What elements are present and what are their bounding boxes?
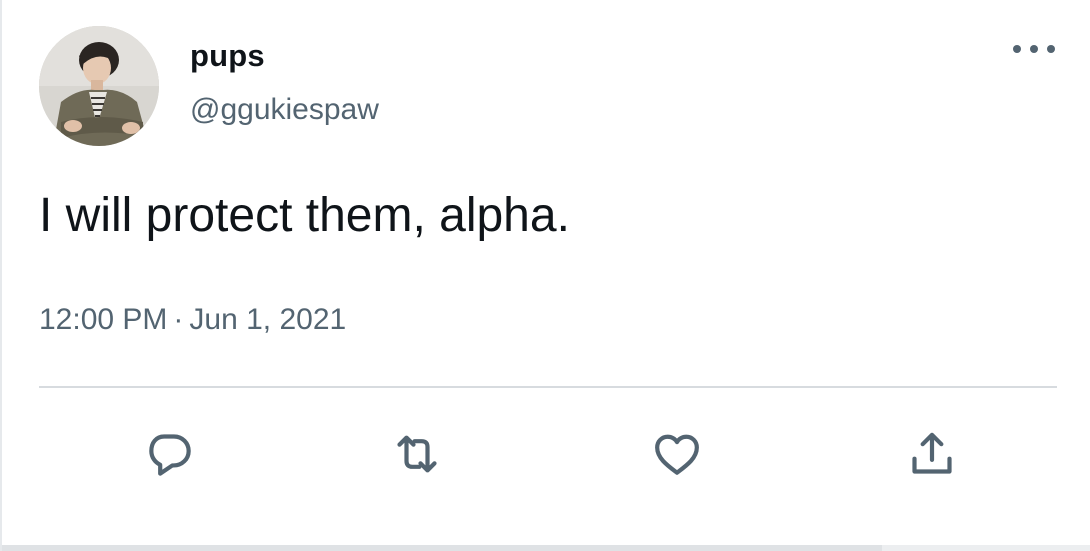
display-name[interactable]: pups	[190, 38, 265, 74]
bottom-edge	[2, 545, 1090, 551]
share-icon	[912, 432, 952, 474]
like-button[interactable]	[647, 424, 707, 484]
divider	[39, 386, 1057, 388]
tweet-card: pups @ggukiespaw I will protect them, al…	[0, 0, 1090, 551]
reply-button[interactable]	[140, 424, 200, 484]
tweet-text: I will protect them, alpha.	[39, 189, 570, 242]
tweet-timestamp[interactable]: 12:00 PM · Jun 1, 2021	[39, 303, 346, 337]
more-horizontal-icon	[1013, 45, 1055, 53]
share-button[interactable]	[902, 424, 962, 484]
heart-icon	[655, 434, 699, 475]
more-options-button[interactable]	[1006, 34, 1062, 64]
tweet-date: Jun 1, 2021	[189, 303, 347, 336]
retweet-button[interactable]	[387, 424, 447, 484]
avatar[interactable]	[39, 26, 159, 146]
user-handle[interactable]: @ggukiespaw	[190, 93, 379, 127]
meta-separator: ·	[173, 303, 184, 336]
retweet-icon	[397, 435, 437, 473]
avatar-photo	[39, 26, 159, 146]
tweet-time: 12:00 PM	[39, 303, 168, 336]
reply-icon	[149, 434, 191, 476]
bottom-edge-segment	[2, 545, 882, 551]
